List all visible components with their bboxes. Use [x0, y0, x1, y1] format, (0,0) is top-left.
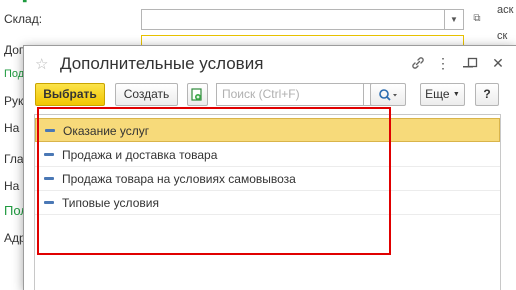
green-marker-icon: ▮	[22, 0, 30, 4]
link-icon[interactable]	[410, 55, 426, 71]
help-button[interactable]: ?	[475, 83, 499, 106]
close-icon[interactable]: ✕	[490, 55, 506, 71]
copy-button[interactable]	[187, 83, 208, 106]
background-label: Гла	[4, 152, 24, 166]
more-menu-icon[interactable]: ⋮	[435, 55, 451, 71]
warehouse-field[interactable]	[141, 9, 464, 30]
chevron-down-icon: ▼	[452, 91, 460, 98]
search-icon	[379, 89, 397, 101]
search-button[interactable]	[370, 83, 406, 106]
more-button[interactable]: Еще ▼	[420, 83, 465, 106]
dialog-titlebar: ☆ Дополнительные условия ⋮ ✕	[24, 46, 516, 82]
background-link[interactable]: Под	[4, 68, 24, 80]
warehouse-label: Склад:	[4, 12, 43, 26]
highlight-box	[37, 107, 391, 255]
more-button-label: Еще	[425, 87, 450, 101]
background-label: Рук	[4, 94, 24, 108]
dropdown-icon[interactable]: ▼	[444, 9, 464, 30]
background-text: аск	[497, 4, 514, 16]
search-input[interactable]: Поиск (Ctrl+F)	[216, 83, 364, 106]
dialog-title: Дополнительные условия	[60, 54, 264, 73]
star-icon[interactable]: ☆	[35, 55, 48, 73]
dialog-toolbar: Выбрать Создать Поиск (Ctrl+F) × Еще ▼ ?	[24, 82, 516, 110]
maximize-icon[interactable]	[465, 55, 481, 71]
copy-icon	[191, 88, 202, 101]
background-text: ск	[497, 30, 508, 42]
select-button[interactable]: Выбрать	[35, 83, 105, 106]
create-button[interactable]: Создать	[115, 83, 178, 106]
open-icon[interactable]: ⧉	[470, 13, 484, 27]
